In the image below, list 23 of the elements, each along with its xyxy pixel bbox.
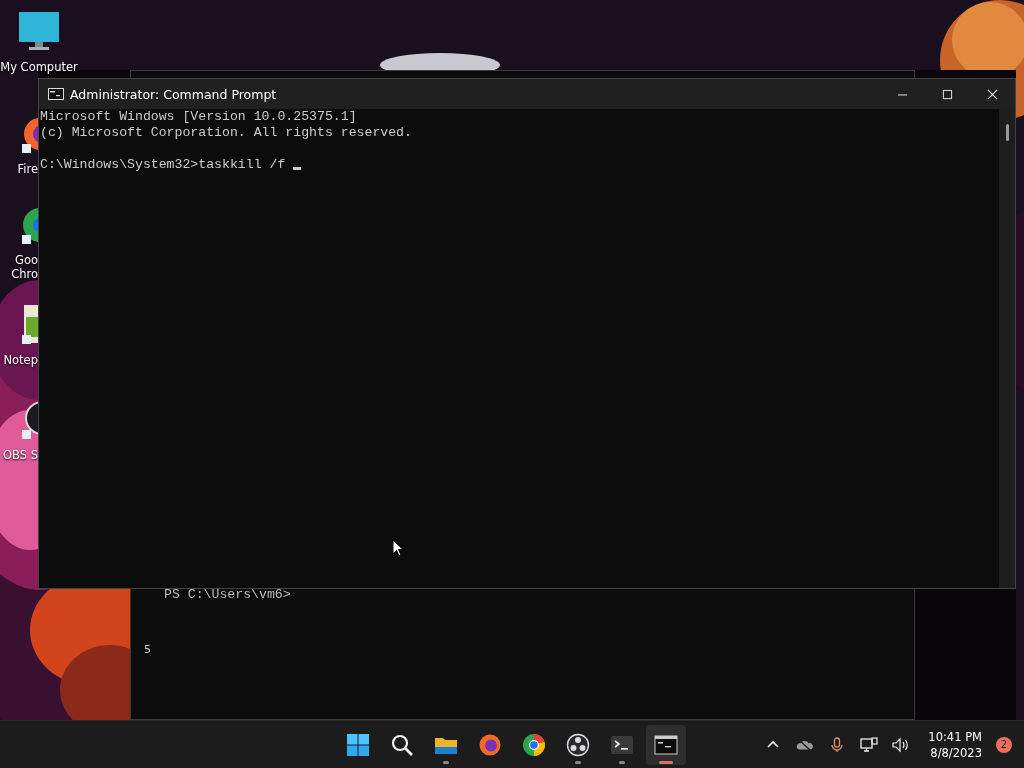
taskbar-app[interactable] <box>646 724 686 765</box>
console-icon <box>654 732 678 757</box>
notification-badge[interactable]: 2 <box>996 736 1012 753</box>
start-icon <box>346 732 370 757</box>
recorder-circle-icon <box>566 732 590 757</box>
console-line: (c) Microsoft Corporation. All rights reserved. <box>40 125 412 141</box>
console-line: Microsoft Windows [Version 10.0.25375.1] <box>40 109 357 125</box>
browser-circle-icon <box>522 732 546 757</box>
clock[interactable]: 10:41 PM 8/8/2023 <box>928 728 982 761</box>
console-line: C:\Windows\System32>taskkill /f <box>40 157 287 173</box>
maximize-icon <box>942 88 953 100</box>
prompt-line: PS C:\Users\vm6> <box>164 587 291 602</box>
side-text: 5 <box>144 643 151 656</box>
close-icon <box>987 88 998 100</box>
search-icon <box>390 732 414 757</box>
volume-icon[interactable] <box>892 736 911 753</box>
network-icon[interactable] <box>860 736 879 753</box>
window-title: Administrator: Command Prompt <box>70 86 278 102</box>
console-icon <box>48 88 64 100</box>
date-text: 8/8/2023 <box>930 744 982 761</box>
mouse-pointer-icon <box>392 539 404 557</box>
browser-fox-icon <box>478 732 502 757</box>
time-text: 10:41 PM <box>928 728 982 745</box>
